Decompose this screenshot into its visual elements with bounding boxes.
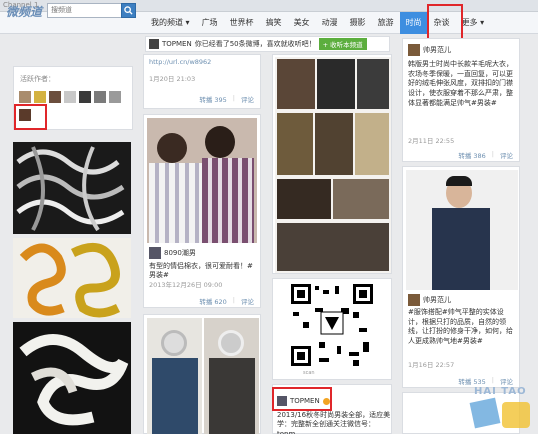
user-avatar[interactable] <box>149 247 161 259</box>
nav-square[interactable]: 广场 <box>196 12 224 34</box>
site-logo[interactable]: 微频道 <box>6 3 42 20</box>
winter-jacket-photo[interactable] <box>204 318 259 434</box>
user-avatar[interactable] <box>408 44 420 56</box>
comment-link[interactable]: 评论 <box>241 94 254 104</box>
notice-account: TOPMEN <box>162 40 192 48</box>
nav-fashion[interactable]: 时尚 <box>399 12 428 34</box>
author-avatar[interactable] <box>19 91 31 103</box>
highlight-box <box>14 104 47 130</box>
user-name[interactable]: 帅男范儿 <box>423 45 451 55</box>
post-date: 1月16日 22:57 <box>408 361 455 369</box>
post-card <box>272 54 392 274</box>
topmen-avatar <box>149 39 159 49</box>
post-date: 1月20日 21:03 <box>149 75 196 83</box>
search-box <box>47 3 123 18</box>
post-card: http://url.cn/w8962 1月20日 21:03 转播 395 |… <box>143 54 261 109</box>
author-avatar[interactable] <box>64 91 76 103</box>
post-text: 2013/16秋冬时尚男装全部，适应美学：完整新全创通关注微信号：topm <box>277 411 391 434</box>
nav-travel[interactable]: 旅游 <box>372 12 400 34</box>
comment-link[interactable]: 评论 <box>241 296 254 306</box>
author-avatar[interactable] <box>34 91 46 103</box>
author-avatar[interactable] <box>109 91 121 103</box>
active-authors-title: 活跃作者： <box>20 75 55 83</box>
watermark-text: HAI TAO <box>474 386 527 397</box>
comment-link[interactable]: 评论 <box>500 150 513 160</box>
nav-anime[interactable]: 动漫 <box>316 12 344 34</box>
search-button[interactable] <box>121 3 136 18</box>
qr-code-art <box>291 284 373 366</box>
follow-channel-button[interactable]: + 收听本频道 <box>318 38 367 50</box>
action-divider: | <box>232 296 235 304</box>
post-text: 韩版男士时尚中长款羊毛呢大衣，农场冬季保暖，一直回复，可以更好的绒毛伸张风度，双… <box>408 60 513 107</box>
post-date: 2013年12月26日 09:00 <box>149 281 223 289</box>
author-avatar[interactable] <box>94 91 106 103</box>
snake-white-image[interactable] <box>13 322 131 434</box>
winter-jacket-photo[interactable] <box>147 318 202 434</box>
post-text: #服饰搭配#帅气平整的实体设计，根据只打的品质，自然的领线，让打扮的修身干净，如… <box>408 308 513 345</box>
action-divider: | <box>491 150 494 158</box>
post-card: 8090潮男 有型的情侣棉衣，很可爱耐看！#男装# 2013年12月26日 09… <box>143 114 261 308</box>
watermark: HAI TAO <box>468 382 538 434</box>
post-link-text[interactable]: http://url.cn/w8962 <box>149 58 211 66</box>
snake-white-art <box>19 334 129 426</box>
post-card: scan <box>272 278 392 380</box>
notice-text: 你已经看了50条微博，喜欢就收听吧！ <box>194 40 316 48</box>
qr-code-image[interactable] <box>289 282 375 368</box>
watermark-logo <box>469 397 501 429</box>
follow-notice: TOPMEN 你已经看了50条微博，喜欢就收听吧！ + 收听本频道 <box>145 36 390 52</box>
author-avatar[interactable] <box>49 91 61 103</box>
forward-link[interactable]: 转播 386 <box>458 150 485 160</box>
action-divider: | <box>232 94 235 102</box>
fashion-collage-image[interactable] <box>275 57 391 273</box>
nav-beauty[interactable]: 美女 <box>288 12 316 34</box>
couple-photo[interactable] <box>147 118 257 243</box>
nav-worldcup[interactable]: 世界杯 <box>224 12 260 34</box>
user-avatar[interactable] <box>408 294 420 306</box>
post-card: 帅男范儿 韩版男士时尚中长款羊毛呢大衣，农场冬季保暖，一直回复，可以更好的绒毛伸… <box>402 38 520 162</box>
forward-link[interactable]: 转播 620 <box>199 296 226 306</box>
qr-caption: scan <box>303 370 315 376</box>
snake-pattern-art <box>16 146 125 232</box>
snake-yellow-image[interactable] <box>13 238 131 318</box>
post-card: 帅男范儿 #服饰搭配#帅气平整的实体设计，根据只打的品质，自然的领线，让打扮的修… <box>402 166 520 388</box>
user-name[interactable]: 8090潮男 <box>164 248 196 258</box>
man-shirt-photo[interactable] <box>406 170 518 290</box>
user-name[interactable]: 帅男范儿 <box>423 295 451 305</box>
post-date: 2月11日 22:55 <box>408 137 455 145</box>
author-avatar[interactable] <box>79 91 91 103</box>
snake-pattern-image[interactable] <box>13 142 131 234</box>
highlight-box <box>272 387 332 411</box>
search-icon <box>124 6 133 15</box>
nav-photo[interactable]: 摄影 <box>344 12 372 34</box>
post-card <box>143 314 261 434</box>
forward-link[interactable]: 转播 395 <box>199 94 226 104</box>
nav-my-channel[interactable]: 我的频道 ▾ <box>145 12 196 34</box>
watermark-logo <box>502 402 530 428</box>
snake-yellow-art <box>19 242 121 318</box>
nav-funny[interactable]: 搞笑 <box>260 12 288 34</box>
search-input[interactable] <box>48 4 108 17</box>
